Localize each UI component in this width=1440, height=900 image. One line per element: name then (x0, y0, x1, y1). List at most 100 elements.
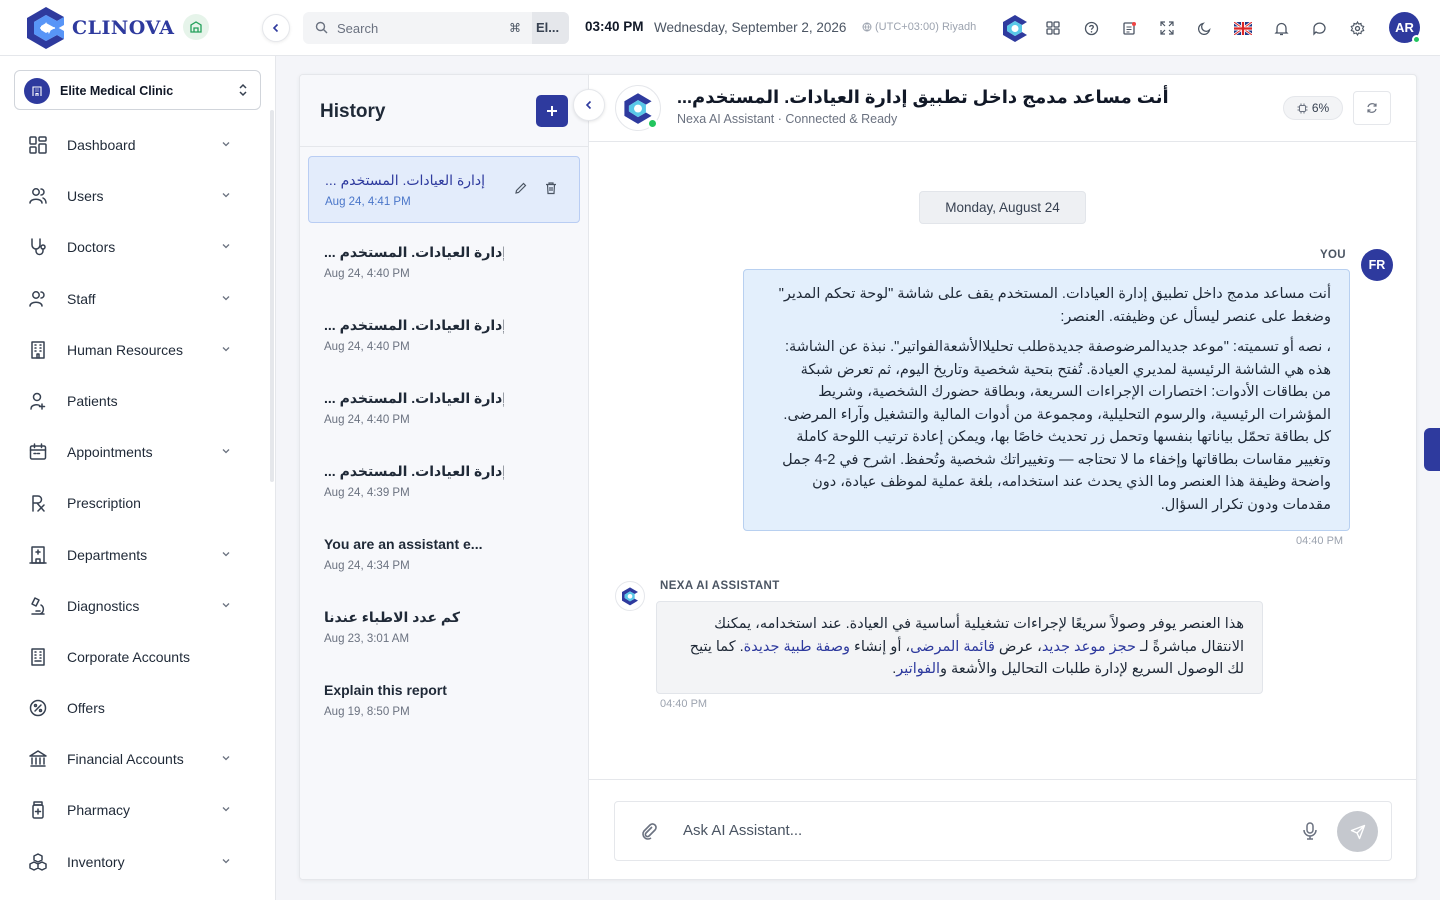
timezone-label: (UTC+03:00) Riyadh (875, 21, 977, 33)
user-initials: AR (1395, 20, 1414, 35)
user-message: أنت مساعد مدمج داخل تطبيق إدارة العيادات… (743, 269, 1350, 531)
settings-icon[interactable] (1338, 12, 1376, 44)
sidebar-item-doctors[interactable]: Doctors (0, 221, 270, 272)
sidebar-item-users[interactable]: Users (0, 170, 270, 221)
clinova-logo[interactable]: CLINOVA (24, 5, 204, 51)
boxes-icon (29, 852, 47, 871)
bank-icon (29, 750, 47, 767)
paperclip-icon[interactable] (639, 821, 659, 841)
new-prescription-link[interactable]: وصفة طبية جديدة (744, 639, 850, 655)
fullscreen-icon[interactable] (1148, 12, 1186, 44)
sidebar-item-prescription[interactable]: Prescription (0, 477, 270, 528)
uk-flag-icon[interactable] (1224, 12, 1262, 44)
patients-list-link[interactable]: قائمة المرضى (910, 639, 995, 655)
nexa-logo-icon[interactable] (996, 12, 1034, 44)
sidebar-item-corporate-accounts[interactable]: Corporate Accounts (0, 631, 270, 682)
sidebar-item-patients[interactable]: Patients (0, 375, 270, 426)
notes-icon[interactable] (1110, 12, 1148, 44)
hospital-icon (29, 545, 47, 564)
history-item-title: ... إدارة العيادات. المستخدم (324, 390, 504, 406)
nexa-logo-icon (622, 587, 638, 606)
brand-name: CLINOVA (72, 17, 175, 39)
chat-subtitle: Nexa AI Assistant · Connected & Ready (677, 112, 898, 126)
clinic-building-icon[interactable] (183, 14, 209, 40)
sidebar-item-departments[interactable]: Departments (0, 529, 270, 580)
sidebar-item-label: Corporate Accounts (67, 648, 190, 665)
apps-grid-icon[interactable] (1034, 12, 1072, 44)
sidebar-scrollbar[interactable] (270, 110, 274, 482)
send-button[interactable] (1337, 811, 1378, 852)
patient-icon (30, 392, 46, 410)
shortcut-command-icon: ⌘ (509, 21, 521, 35)
sidebar-item-label: Human Resources (67, 341, 183, 358)
chat-input[interactable]: Ask AI Assistant... (683, 822, 802, 839)
search-box[interactable]: Search ⌘ El... (303, 12, 569, 44)
sidebar-item-label: Doctors (67, 239, 116, 256)
sidebar-item-inventory[interactable]: Inventory (0, 836, 270, 887)
sidebar-item-appointments[interactable]: Appointments (0, 426, 270, 477)
history-item[interactable]: كم عدد الاطباء عندنا Aug 23, 3:01 AM (308, 594, 580, 661)
side-drawer-tab[interactable] (1424, 428, 1440, 471)
refresh-button[interactable] (1353, 91, 1391, 125)
help-icon[interactable] (1072, 12, 1110, 44)
chevron-down-icon (222, 295, 230, 300)
globe-icon (862, 22, 872, 32)
user-avatar[interactable]: AR (1389, 12, 1421, 44)
history-item-title: ... إدارة العيادات. المستخدم (324, 244, 504, 260)
history-item-date: Aug 19, 8:50 PM (324, 706, 410, 718)
medicine-bottle-icon (32, 801, 44, 820)
sidebar-item-label: Pharmacy (67, 802, 131, 819)
clinic-name: Elite Medical Clinic (60, 84, 174, 98)
history-item-date: Aug 24, 4:41 PM (325, 196, 411, 208)
pencil-icon[interactable] (514, 181, 528, 195)
microphone-icon[interactable] (1301, 821, 1319, 841)
history-collapse-button[interactable] (573, 89, 605, 121)
history-item[interactable]: You are an assistant e... Aug 24, 4:34 PM (308, 521, 580, 588)
message-text: ، عرض (994, 638, 1042, 655)
trash-icon[interactable] (544, 181, 558, 195)
chat-icon[interactable] (1300, 12, 1338, 44)
history-item-date: Aug 24, 4:40 PM (324, 414, 410, 426)
date-separator: Monday, August 24 (919, 191, 1086, 224)
sidebar-item-staff[interactable]: Staff (0, 273, 270, 324)
sidebar-item-human-resources[interactable]: Human Resources (0, 324, 270, 375)
divider (589, 779, 1416, 780)
new-appointment-link[interactable]: حجز موعد جديد (1042, 639, 1136, 655)
assistant-message: هذا العنصر يوفر وصولاً سريعًا لإجراءات ت… (656, 601, 1263, 694)
message-text: ، أو إنشاء (850, 638, 911, 655)
sidebar-item-dashboard[interactable]: Dashboard (0, 119, 270, 170)
history-item-title: ... إدارة العيادات. المستخدم (325, 172, 486, 188)
sidebar-item-diagnostics[interactable]: Diagnostics (0, 580, 270, 631)
sidebar-item-offers[interactable]: Offers (0, 682, 270, 733)
sidebar-item-financial-accounts[interactable]: Financial Accounts (0, 733, 270, 784)
chat-title: أنت مساعد مدمج داخل تطبيق إدارة العيادات… (677, 87, 1169, 107)
search-scope[interactable]: El... (532, 12, 569, 44)
search-input[interactable]: Search (337, 21, 378, 36)
history-item[interactable]: ... إدارة العيادات. المستخدم Aug 24, 4:40… (308, 375, 580, 442)
bell-icon[interactable] (1262, 12, 1300, 44)
user-avatar: FR (1361, 249, 1393, 281)
top-bar: CLINOVA Search ⌘ El... 03:40 PM Wednesda… (0, 0, 1440, 56)
sidebar-item-pharmacy[interactable]: Pharmacy (0, 784, 270, 835)
refresh-icon (1367, 103, 1377, 113)
sidebar-item-label: Patients (67, 392, 118, 409)
history-item[interactable]: ... إدارة العيادات. المستخدم Aug 24, 4:40… (308, 229, 580, 296)
new-chat-button[interactable] (536, 95, 568, 127)
sidebar-item-label: Diagnostics (67, 597, 140, 614)
history-item[interactable]: ... إدارة العيادات. المستخدم Aug 24, 4:41… (308, 156, 580, 223)
invoices-link[interactable]: الفواتير (896, 661, 940, 677)
history-item[interactable]: ... إدارة العيادات. المستخدم Aug 24, 4:39… (308, 448, 580, 515)
clinova-logo-icon (27, 7, 64, 49)
sender-label: YOU (1320, 249, 1346, 261)
history-item-date: Aug 24, 4:40 PM (324, 268, 410, 280)
clinic-selector[interactable]: Elite Medical Clinic (14, 70, 261, 110)
clinic-icon (24, 78, 50, 104)
history-item[interactable]: ... إدارة العيادات. المستخدم Aug 24, 4:40… (308, 302, 580, 369)
sidebar-collapse-button[interactable] (262, 14, 290, 42)
chevron-down-icon (222, 244, 230, 249)
history-item-title: You are an assistant e... (324, 536, 483, 552)
ai-assistant-panel: History ... إدارة العيادات. المستخدم Aug … (299, 74, 1417, 880)
dark-mode-icon[interactable] (1186, 12, 1224, 44)
current-time: 03:40 PM (585, 19, 644, 34)
history-item[interactable]: Explain this report Aug 19, 8:50 PM (308, 667, 580, 734)
